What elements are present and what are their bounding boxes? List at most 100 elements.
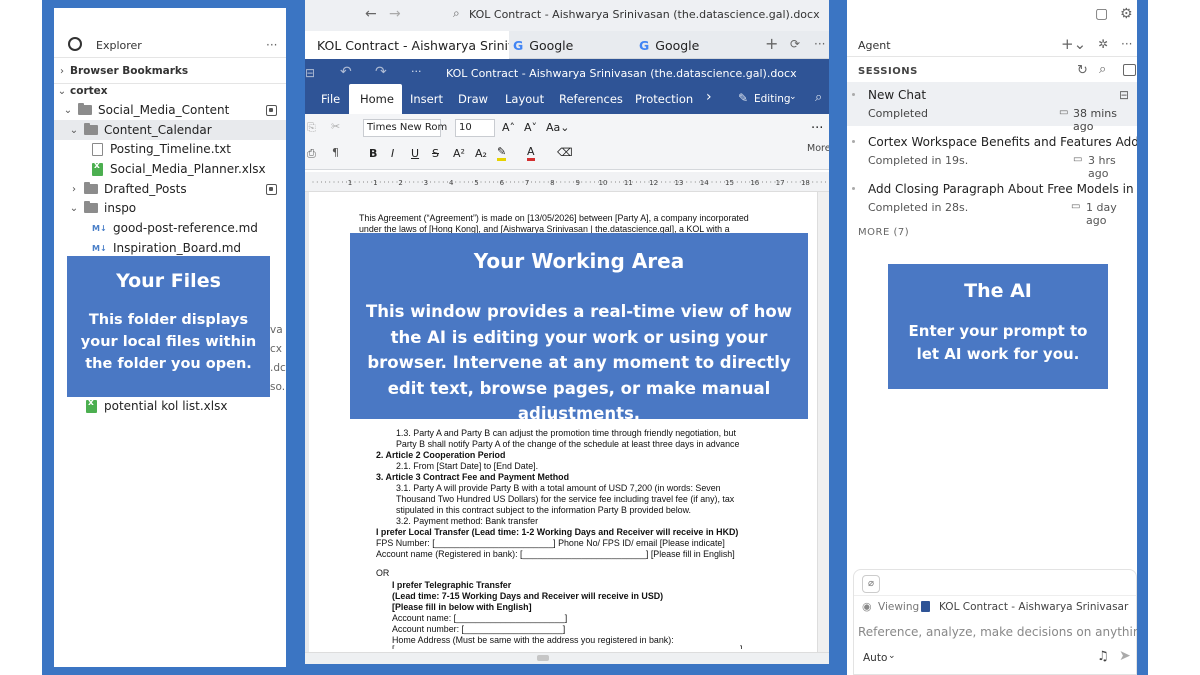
files-overlay-body: This folder displays your local files wi…	[80, 312, 257, 372]
grow-font-icon[interactable]: A˄	[502, 121, 515, 134]
settings-gear-icon[interactable]: ⚙	[1120, 7, 1133, 21]
underline-icon[interactable]: U	[411, 147, 419, 160]
model-select[interactable]: Auto	[863, 652, 887, 664]
menu-layout[interactable]: Layout	[505, 92, 544, 106]
tree-item-planner[interactable]: Social_Media_Planner.xlsx	[54, 159, 286, 179]
truncated-file-names: va cx .dc so.	[270, 321, 286, 397]
new-session-plus-icon[interactable]: +⌄	[1061, 37, 1086, 52]
send-icon[interactable]: ➤	[1119, 649, 1131, 663]
ribbon-search-icon[interactable]: ⌕	[815, 90, 822, 105]
tab-google-2[interactable]: G Google	[639, 31, 699, 59]
search-icon[interactable]: ⌕	[1099, 63, 1106, 76]
bullet-icon	[852, 93, 855, 96]
session-item-new-chat[interactable]: New Chat Completed ⊟ ▭ 38 mins ago	[847, 82, 1137, 133]
search-icon: ⌕	[453, 6, 460, 20]
chevron-down-icon: ⌄	[789, 92, 797, 102]
font-family-select[interactable]: Times New Rom	[363, 119, 447, 137]
menu-references[interactable]: References	[559, 92, 623, 106]
bookmarks-label: Browser Bookmarks	[70, 65, 189, 77]
horizontal-scrollbar[interactable]	[305, 652, 829, 664]
tree-item-good-post[interactable]: M↓ good-post-reference.md	[54, 218, 286, 238]
tab-label: Google	[655, 37, 700, 53]
superscript-icon[interactable]: A²	[453, 147, 465, 160]
microphone-icon[interactable]: ♫	[1097, 650, 1109, 663]
tree-item-inspo[interactable]: ⌄ inspo	[54, 198, 286, 218]
folder-icon	[84, 201, 98, 213]
address-bar[interactable]: KOL Contract - Aishwarya Srinivasan (the…	[469, 8, 820, 21]
peek-text: .dc	[270, 362, 286, 374]
ruler-label: 14	[700, 179, 709, 187]
tab-google-1[interactable]: G Google	[513, 31, 573, 59]
menu-draw[interactable]: Draw	[458, 92, 488, 106]
copy-icon[interactable]: ⎘	[307, 121, 316, 135]
tab-kol-contract[interactable]: KOL Contract - Aishwarya Srinivas	[305, 31, 509, 59]
scroll-thumb[interactable]	[537, 655, 549, 661]
tab-more-icon[interactable]: ···	[814, 38, 825, 50]
paste-icon[interactable]: ⎙	[307, 147, 316, 161]
archive-icon[interactable]: ⊟	[1119, 89, 1129, 101]
format-painter-icon[interactable]: ¶	[332, 146, 339, 159]
prompt-input[interactable]: Reference, analyze, make decisions on an…	[858, 625, 1137, 639]
tree-item-drafted-posts[interactable]: › Drafted_Posts	[54, 179, 286, 199]
more-label[interactable]: More	[807, 143, 829, 154]
refresh-icon[interactable]: ↻	[1077, 64, 1088, 77]
strikethrough-icon[interactable]: S	[432, 147, 439, 160]
subscript-icon[interactable]: A₂	[475, 147, 487, 160]
ribbon-more-icon[interactable]: ···	[411, 65, 422, 78]
save-icon[interactable]: ⊟	[305, 66, 315, 80]
attach-icon[interactable]: ⌀	[862, 575, 880, 593]
vertical-scrollbar[interactable]	[817, 192, 829, 652]
explorer-title: Explorer	[96, 39, 142, 52]
doc-line: (Lead time: 7-15 Working Days and Receiv…	[392, 591, 664, 601]
bold-icon[interactable]: B	[369, 147, 377, 160]
session-item[interactable]: Cortex Workspace Benefits and Features A…	[847, 129, 1137, 180]
redo-icon[interactable]: ↷	[375, 64, 387, 80]
eye-icon: ◉	[862, 600, 872, 613]
change-case-icon[interactable]: Aa⌄	[546, 121, 569, 134]
highlight-icon[interactable]: ✎	[497, 145, 507, 161]
doc-line: 3.2. Payment method: Bank transfer	[396, 516, 539, 526]
editing-mode[interactable]: Editing	[754, 93, 791, 105]
session-item[interactable]: Add Closing Paragraph About Free Models …	[847, 176, 1137, 227]
doc-heading: 3. Article 3 Contract Fee and Payment Me…	[376, 472, 569, 482]
folder-icon	[84, 182, 98, 194]
toolbar-more-icon[interactable]: ···	[811, 121, 823, 136]
menu-insert[interactable]: Insert	[410, 92, 443, 106]
menu-chevron-right-icon[interactable]: ›	[706, 89, 712, 105]
tree-item-social-media-content[interactable]: ⌄ Social_Media_Content	[54, 100, 286, 120]
chat-icon[interactable]: ▢	[1095, 7, 1108, 21]
menu-file[interactable]: File	[321, 92, 340, 106]
explorer-more-icon[interactable]: ···	[266, 38, 277, 52]
tree-item-bookmarks[interactable]: › Browser Bookmarks	[54, 61, 286, 81]
italic-icon[interactable]: I	[391, 147, 394, 160]
undo-icon[interactable]: ↶	[340, 64, 352, 80]
cut-icon[interactable]: ✂	[331, 120, 340, 133]
bug-icon[interactable]: ✲	[1098, 38, 1108, 50]
font-color-icon[interactable]: A	[527, 145, 535, 161]
back-arrow-icon[interactable]: ←	[365, 7, 377, 21]
more-sessions-link[interactable]: MORE (7)	[858, 227, 909, 238]
tab-tools-icon[interactable]: ⟳	[790, 38, 800, 50]
tree-item-posting-timeline[interactable]: Posting_Timeline.txt	[54, 139, 286, 159]
new-tab-icon[interactable]: +	[765, 36, 778, 52]
layout-toggle-icon[interactable]	[1123, 64, 1136, 76]
tree-label: potential kol list.xlsx	[104, 399, 228, 413]
menu-protection[interactable]: Protection	[635, 92, 693, 106]
tree-item-content-calendar[interactable]: ⌄ Content_Calendar	[54, 120, 286, 140]
session-status: Completed in 28s.	[868, 201, 969, 214]
font-size-select[interactable]: 10	[455, 119, 495, 137]
menu-home[interactable]: Home	[360, 92, 394, 106]
agent-more-icon[interactable]: ···	[1121, 38, 1132, 50]
tree-item-inspiration-board[interactable]: M↓ Inspiration_Board.md	[54, 238, 286, 258]
shrink-font-icon[interactable]: A˅	[524, 121, 537, 134]
chevron-down-icon: ⌄	[69, 202, 79, 214]
viewing-label: Viewing	[878, 601, 920, 613]
forward-arrow-icon[interactable]: →	[389, 7, 401, 21]
tree-label: inspo	[104, 201, 137, 215]
tree-item-potential-kol[interactable]: potential kol list.xlsx	[54, 396, 286, 416]
tree-item-cortex[interactable]: ⌄ cortex	[54, 81, 286, 101]
ruler-label: 6	[500, 179, 505, 187]
clear-format-icon[interactable]: ⌫	[557, 146, 573, 159]
doc-line: [_______________________________________…	[392, 644, 743, 649]
session-title: Add Closing Paragraph About Free Models …	[868, 182, 1137, 196]
